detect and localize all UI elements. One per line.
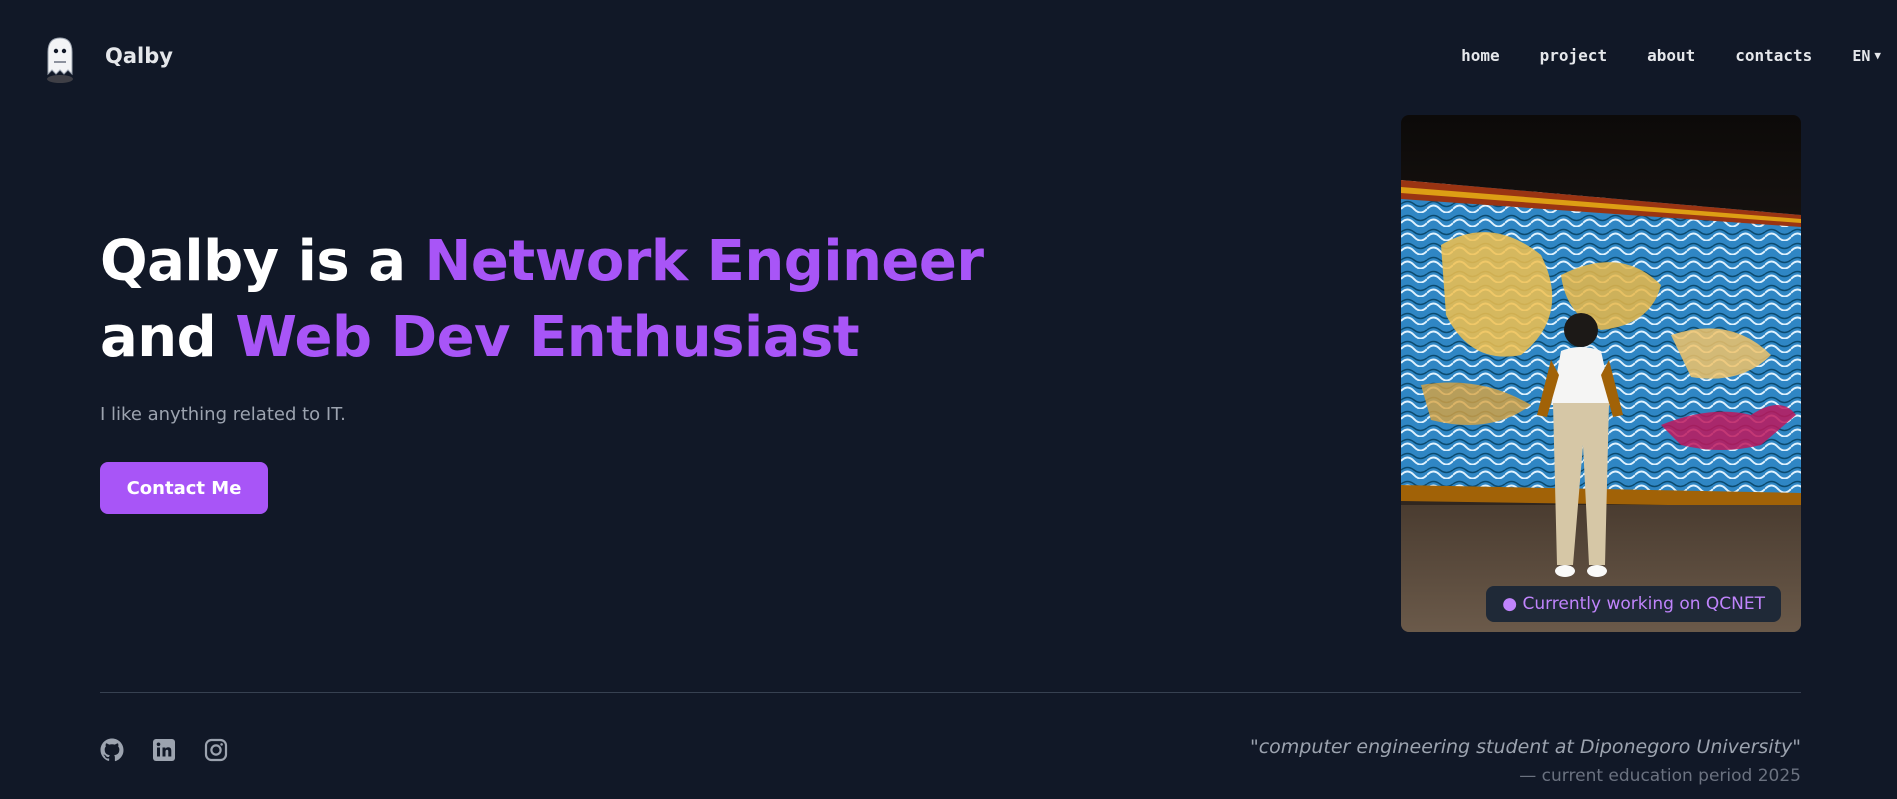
nav-contacts-link[interactable]: contacts — [1735, 46, 1812, 65]
linkedin-icon[interactable] — [152, 738, 176, 762]
nav-project-link[interactable]: project — [1540, 46, 1607, 65]
education-period: — current education period 2025 — [1519, 766, 1801, 786]
language-label: EN — [1852, 46, 1871, 65]
caret-down-icon: ▼ — [1874, 49, 1881, 62]
github-icon[interactable] — [100, 738, 124, 762]
hero-title: Qalby is a Network Engineer and Web Dev … — [100, 224, 984, 376]
hero-title-role-2: Web Dev Enthusiast — [235, 305, 860, 370]
top-navbar: Qalby home project about contacts EN ▼ — [0, 0, 1897, 115]
nav-home-link[interactable]: home — [1461, 46, 1500, 65]
contact-me-button[interactable]: Contact Me — [100, 462, 268, 514]
profile-photo: ● Currently working on QCNET — [1401, 115, 1801, 632]
language-selector[interactable]: EN ▼ — [1852, 47, 1881, 65]
hero-tagline: I like anything related to IT. — [100, 404, 346, 425]
status-badge: ● Currently working on QCNET — [1486, 586, 1781, 622]
hero-title-role-1: Network Engineer — [424, 229, 984, 294]
ghost-icon[interactable] — [38, 34, 82, 84]
profile-photo-illustration — [1401, 115, 1801, 632]
hero-title-connector: and — [100, 305, 236, 370]
instagram-icon[interactable] — [204, 738, 228, 762]
main-menu: home project about contacts EN ▼ — [1461, 46, 1897, 65]
hero-title-lead: Qalby is a — [100, 229, 425, 294]
education-quote: "computer engineering student at Diponeg… — [1249, 736, 1801, 758]
nav-about-link[interactable]: about — [1647, 46, 1695, 65]
brand-name[interactable]: Qalby — [105, 44, 173, 68]
section-divider — [100, 692, 1801, 693]
social-links — [100, 738, 256, 762]
